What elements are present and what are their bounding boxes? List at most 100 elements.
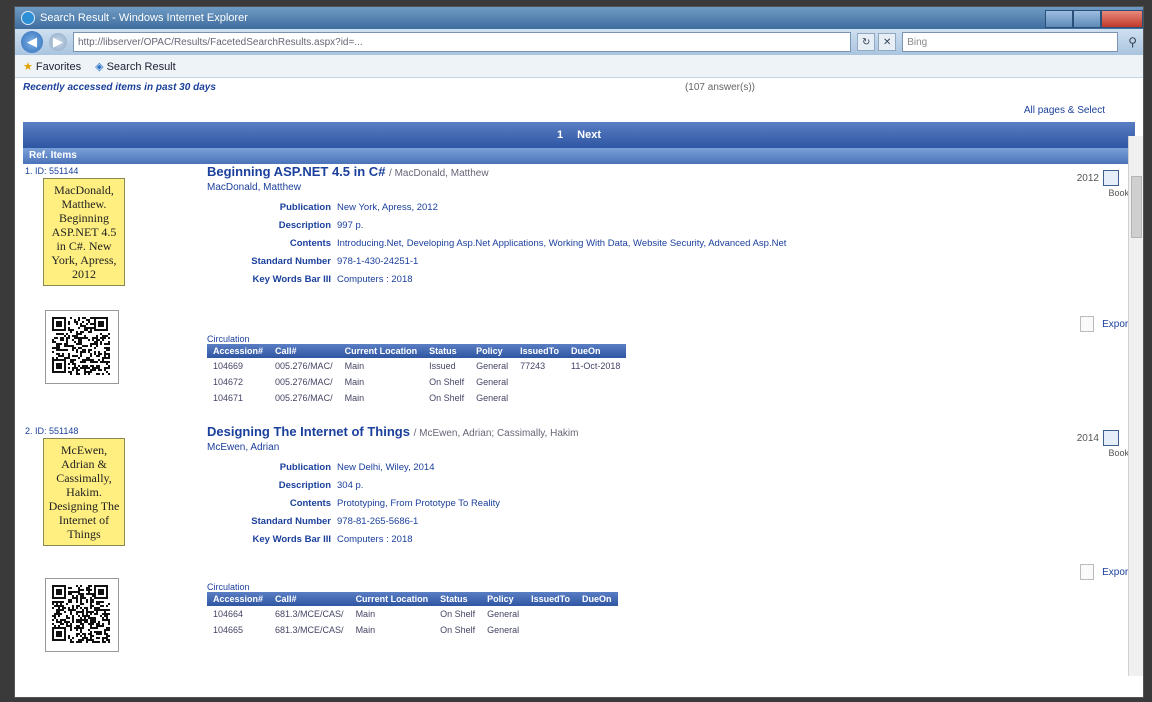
record-title-link[interactable]: Designing The Internet of Things / McEwe…	[207, 424, 578, 439]
table-row: 104664 681.3/MCE/CAS/Main On Shelf General	[207, 606, 618, 622]
page-number[interactable]: 1	[557, 129, 563, 141]
table-cell: Main	[355, 609, 376, 619]
field-value[interactable]: Computers : 2018	[337, 274, 413, 285]
address-input[interactable]: http://libserver/OPAC/Results/FacetedSea…	[73, 32, 852, 52]
table-cell	[576, 622, 618, 638]
field-label: Key Words Bar III	[252, 273, 332, 285]
copies-column-header: DueOn	[575, 592, 618, 606]
book-icon[interactable]	[1103, 430, 1119, 446]
forward-button[interactable]: ▶	[49, 33, 67, 51]
field-row: Standard Number 978-81-265-5686-1	[223, 512, 500, 530]
table-cell: 005.276/MAC/	[275, 377, 333, 387]
table-cell	[514, 374, 565, 390]
close-button[interactable]	[1101, 10, 1143, 28]
field-row: Key Words Bar III Computers : 2018	[223, 270, 786, 288]
copies-column-header: Policy	[481, 592, 526, 606]
table-row: 104672 005.276/MAC/Main On Shelf General	[207, 374, 626, 390]
minimize-button[interactable]	[1045, 10, 1073, 28]
table-cell: Issued	[429, 361, 456, 371]
author-link[interactable]: MacDonald, Matthew	[207, 182, 301, 193]
export-link[interactable]: Export	[1080, 564, 1131, 580]
back-button[interactable]: ◀	[21, 31, 43, 53]
table-cell: General	[487, 625, 520, 635]
field-value: Prototyping, From Prototype To Reality	[337, 497, 500, 509]
catalog-card: MacDonald, Matthew. Beginning ASP.NET 4.…	[43, 178, 125, 286]
table-cell	[525, 622, 576, 638]
book-icon[interactable]	[1103, 170, 1119, 186]
field-value: Introducing.Net, Developing Asp.Net Appl…	[337, 237, 787, 249]
field-row: Standard Number 978-1-430-24251-1	[223, 252, 786, 270]
record-number: 2. ID: 551148	[25, 426, 79, 436]
next-page-link[interactable]: Next	[577, 129, 601, 141]
table-cell: General	[476, 377, 509, 387]
qr-code-icon	[45, 578, 119, 652]
results-list: 1. ID: 551144 MacDonald, Matthew. Beginni…	[15, 164, 1143, 676]
field-row: Contents Introducing.Net, Developing Asp…	[223, 234, 787, 252]
field-row: Description 304 p.	[223, 476, 500, 494]
all-pages-link[interactable]: All pages & Select	[15, 93, 1143, 116]
copies-column-header: DueOn	[565, 344, 627, 358]
material-type: Book	[1108, 448, 1129, 458]
year-format: 2012	[1077, 170, 1119, 186]
page-content: Recently accessed items in past 30 days …	[15, 78, 1143, 676]
field-row: Key Words Bar III Computers : 2018	[223, 530, 500, 548]
tab-search-result[interactable]: ◈ Search Result	[95, 60, 176, 73]
search-icon[interactable]: ⚲	[1128, 35, 1137, 49]
table-cell: 104669	[213, 361, 244, 371]
scroll-thumb[interactable]	[1131, 176, 1142, 238]
table-cell: 104671	[213, 393, 244, 403]
record-title-link[interactable]: Beginning ASP.NET 4.5 in C# / MacDonald,…	[207, 164, 489, 179]
field-row: Description 997 p.	[223, 216, 786, 234]
result-count: (107 answer(s))	[684, 82, 755, 93]
author-link[interactable]: McEwen, Adrian	[207, 442, 279, 453]
favorites-bar: ★ Favorites ◈ Search Result	[15, 55, 1143, 78]
table-cell	[576, 606, 618, 622]
stop-icon[interactable]: ✕	[878, 33, 897, 51]
table-cell: Main	[344, 377, 365, 387]
table-cell: General	[487, 609, 520, 619]
table-cell: 005.276/MAC/	[275, 393, 333, 403]
field-value: 997 p.	[337, 219, 364, 231]
field-label: Publication	[279, 201, 331, 213]
circulation-label: Circulation	[207, 334, 250, 344]
page-icon: ◈	[95, 60, 104, 73]
field-label: Standard Number	[251, 515, 331, 527]
field-value: 978-1-430-24251-1	[337, 255, 419, 267]
field-row: Publication New Delhi, Wiley, 2014	[223, 458, 500, 476]
table-cell	[525, 606, 576, 622]
search-input[interactable]: Bing	[902, 32, 1119, 52]
copies-column-header: Current Location	[349, 592, 435, 606]
copies-table: Accession# Call# Current Location Status Pol…	[207, 344, 627, 406]
table-cell	[514, 390, 565, 406]
field-value: New Delhi, Wiley, 2014	[337, 461, 435, 473]
recent-items-link[interactable]: Recently accessed items in past 30 days	[23, 82, 216, 93]
export-link[interactable]: Export	[1080, 316, 1131, 332]
field-label: Contents	[289, 497, 331, 509]
favorites-button[interactable]: ★ Favorites	[23, 60, 81, 73]
field-label: Standard Number	[251, 255, 331, 267]
table-cell: Main	[355, 625, 376, 635]
copies-column-header: Current Location	[338, 344, 424, 358]
record-fields: Publication New Delhi, Wiley, 2014 Descr…	[223, 458, 500, 548]
field-row: Publication New York, Apress, 2012	[223, 198, 786, 216]
copies-column-header: IssuedTo	[514, 344, 565, 358]
table-cell: 104665	[213, 625, 244, 635]
title-bar: Search Result - Windows Internet Explore…	[15, 7, 1143, 29]
catalog-card: McEwen, Adrian & Cassimally, Hakim. Desi…	[43, 438, 125, 546]
star-icon: ★	[23, 60, 33, 73]
refresh-icon[interactable]: ↻	[857, 33, 876, 51]
maximize-button[interactable]	[1073, 10, 1101, 28]
table-cell: 11-Oct-2018	[571, 361, 621, 371]
field-value: New York, Apress, 2012	[337, 201, 438, 213]
field-label: Description	[278, 479, 331, 491]
table-cell	[565, 374, 626, 390]
field-label: Contents	[289, 237, 331, 249]
table-row: 104665 681.3/MCE/CAS/Main On Shelf General	[207, 622, 618, 638]
record-number: 1. ID: 551144	[25, 166, 79, 176]
scrollbar[interactable]	[1128, 136, 1143, 676]
field-value[interactable]: Computers : 2018	[337, 534, 413, 545]
table-cell: On Shelf	[429, 377, 465, 387]
table-cell	[565, 390, 626, 406]
table-cell: On Shelf	[440, 609, 476, 619]
ie-icon	[21, 11, 35, 25]
